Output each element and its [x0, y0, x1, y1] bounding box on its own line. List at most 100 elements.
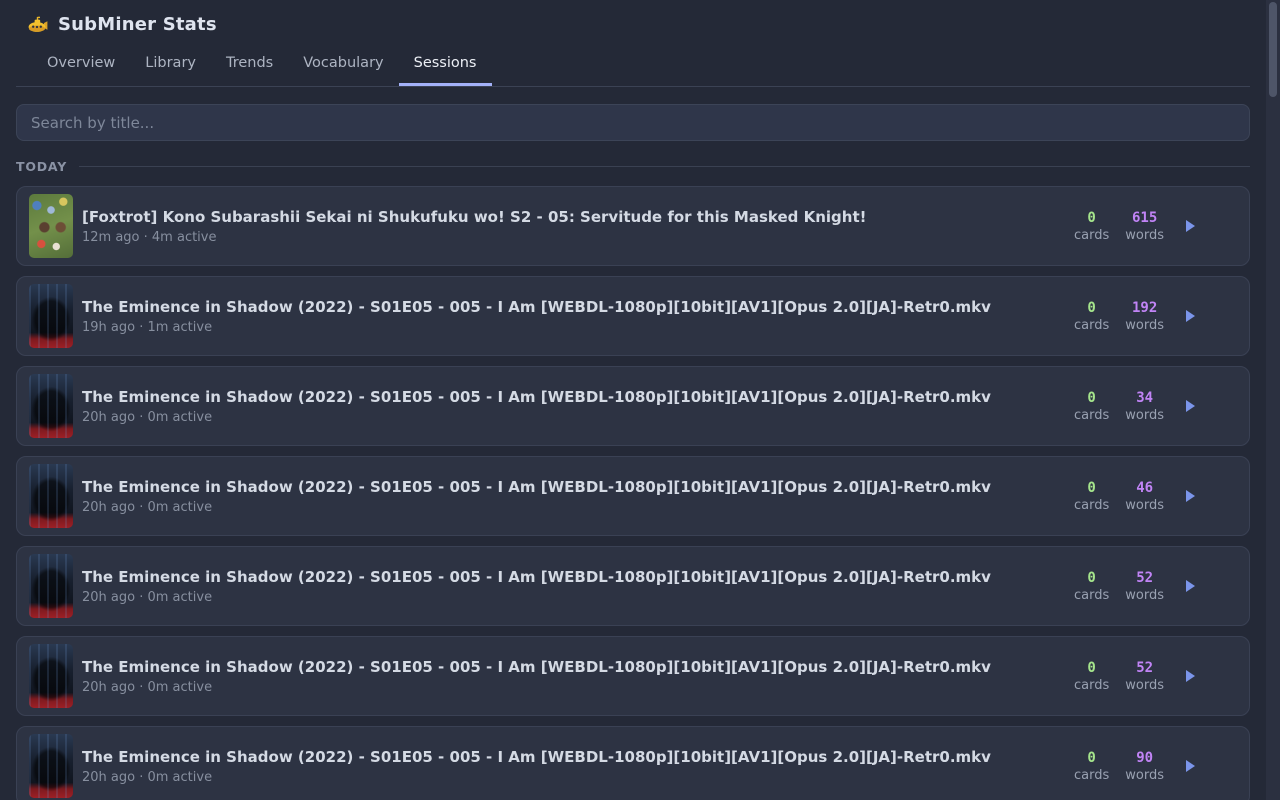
play-icon — [1186, 310, 1195, 322]
tab-vocabulary[interactable]: Vocabulary — [288, 45, 398, 86]
words-stat: 192 words — [1125, 300, 1164, 333]
words-label: words — [1125, 228, 1164, 243]
cards-count: 0 — [1087, 480, 1095, 496]
words-count: 52 — [1136, 660, 1153, 676]
cards-count: 0 — [1087, 750, 1095, 766]
session-meta: 20h ago · 0m active — [82, 410, 1074, 425]
session-thumbnail — [29, 644, 73, 708]
cards-stat: 0 cards — [1074, 390, 1109, 423]
tab-library[interactable]: Library — [130, 45, 211, 86]
session-thumbnail — [29, 734, 73, 798]
words-stat: 52 words — [1125, 660, 1164, 693]
words-stat: 90 words — [1125, 750, 1164, 783]
search-bar — [16, 104, 1250, 141]
words-count: 34 — [1136, 390, 1153, 406]
session-card[interactable]: [Foxtrot] Kono Subarashii Sekai ni Shuku… — [16, 186, 1250, 266]
play-button[interactable] — [1182, 756, 1199, 776]
words-stat: 46 words — [1125, 480, 1164, 513]
session-stats: 0 cards 192 words — [1074, 300, 1237, 333]
session-title: The Eminence in Shadow (2022) - S01E05 -… — [82, 478, 1074, 496]
cards-stat: 0 cards — [1074, 300, 1109, 333]
session-stats: 0 cards 90 words — [1074, 750, 1237, 783]
words-count: 90 — [1136, 750, 1153, 766]
tab-overview[interactable]: Overview — [32, 45, 130, 86]
words-label: words — [1125, 498, 1164, 513]
cards-count: 0 — [1087, 300, 1095, 316]
scrollbar-track[interactable] — [1266, 0, 1280, 800]
session-card[interactable]: The Eminence in Shadow (2022) - S01E05 -… — [16, 636, 1250, 716]
session-info: The Eminence in Shadow (2022) - S01E05 -… — [82, 568, 1074, 605]
cards-label: cards — [1074, 768, 1109, 783]
session-thumbnail — [29, 554, 73, 618]
cards-stat: 0 cards — [1074, 480, 1109, 513]
play-icon — [1186, 670, 1195, 682]
session-list: [Foxtrot] Kono Subarashii Sekai ni Shuku… — [16, 186, 1250, 800]
cards-count: 0 — [1087, 570, 1095, 586]
session-info: The Eminence in Shadow (2022) - S01E05 -… — [82, 298, 1074, 335]
app-header: SubMiner Stats — [16, 0, 1250, 45]
session-meta: 12m ago · 4m active — [82, 230, 1074, 245]
section-label: TODAY — [16, 159, 67, 174]
words-stat: 34 words — [1125, 390, 1164, 423]
words-count: 52 — [1136, 570, 1153, 586]
session-card[interactable]: The Eminence in Shadow (2022) - S01E05 -… — [16, 726, 1250, 800]
session-meta: 20h ago · 0m active — [82, 770, 1074, 785]
words-stat: 52 words — [1125, 570, 1164, 603]
cards-label: cards — [1074, 678, 1109, 693]
play-icon — [1186, 220, 1195, 232]
session-stats: 0 cards 52 words — [1074, 660, 1237, 693]
cards-count: 0 — [1087, 210, 1095, 226]
session-info: The Eminence in Shadow (2022) - S01E05 -… — [82, 658, 1074, 695]
section-divider — [79, 166, 1250, 167]
session-thumbnail — [29, 374, 73, 438]
cards-count: 0 — [1087, 660, 1095, 676]
session-stats: 0 cards 52 words — [1074, 570, 1237, 603]
cards-stat: 0 cards — [1074, 750, 1109, 783]
words-label: words — [1125, 678, 1164, 693]
words-label: words — [1125, 768, 1164, 783]
play-button[interactable] — [1182, 576, 1199, 596]
session-thumbnail — [29, 194, 73, 258]
app-title: SubMiner Stats — [58, 14, 217, 35]
session-card[interactable]: The Eminence in Shadow (2022) - S01E05 -… — [16, 456, 1250, 536]
session-info: The Eminence in Shadow (2022) - S01E05 -… — [82, 478, 1074, 515]
words-label: words — [1125, 408, 1164, 423]
session-thumbnail — [29, 284, 73, 348]
session-meta: 20h ago · 0m active — [82, 680, 1074, 695]
tab-bar: Overview Library Trends Vocabulary Sessi… — [16, 45, 1250, 87]
cards-stat: 0 cards — [1074, 660, 1109, 693]
cards-count: 0 — [1087, 390, 1095, 406]
play-button[interactable] — [1182, 486, 1199, 506]
play-icon — [1186, 760, 1195, 772]
play-button[interactable] — [1182, 306, 1199, 326]
session-title: The Eminence in Shadow (2022) - S01E05 -… — [82, 388, 1074, 406]
words-stat: 615 words — [1125, 210, 1164, 243]
words-label: words — [1125, 318, 1164, 333]
cards-label: cards — [1074, 588, 1109, 603]
play-button[interactable] — [1182, 666, 1199, 686]
session-stats: 0 cards 34 words — [1074, 390, 1237, 423]
cards-stat: 0 cards — [1074, 570, 1109, 603]
play-button[interactable] — [1182, 396, 1199, 416]
tab-trends[interactable]: Trends — [211, 45, 288, 86]
session-title: The Eminence in Shadow (2022) - S01E05 -… — [82, 658, 1074, 676]
words-count: 615 — [1132, 210, 1157, 226]
words-label: words — [1125, 588, 1164, 603]
words-count: 46 — [1136, 480, 1153, 496]
play-icon — [1186, 490, 1195, 502]
search-input[interactable] — [16, 104, 1250, 141]
session-stats: 0 cards 615 words — [1074, 210, 1237, 243]
cards-label: cards — [1074, 318, 1109, 333]
cards-stat: 0 cards — [1074, 210, 1109, 243]
play-button[interactable] — [1182, 216, 1199, 236]
play-icon — [1186, 400, 1195, 412]
scrollbar-thumb[interactable] — [1269, 2, 1277, 97]
cards-label: cards — [1074, 228, 1109, 243]
session-card[interactable]: The Eminence in Shadow (2022) - S01E05 -… — [16, 366, 1250, 446]
session-info: The Eminence in Shadow (2022) - S01E05 -… — [82, 388, 1074, 425]
page: SubMiner Stats Overview Library Trends V… — [0, 0, 1280, 800]
session-card[interactable]: The Eminence in Shadow (2022) - S01E05 -… — [16, 546, 1250, 626]
tab-sessions[interactable]: Sessions — [399, 45, 492, 86]
session-card[interactable]: The Eminence in Shadow (2022) - S01E05 -… — [16, 276, 1250, 356]
session-thumbnail — [29, 464, 73, 528]
